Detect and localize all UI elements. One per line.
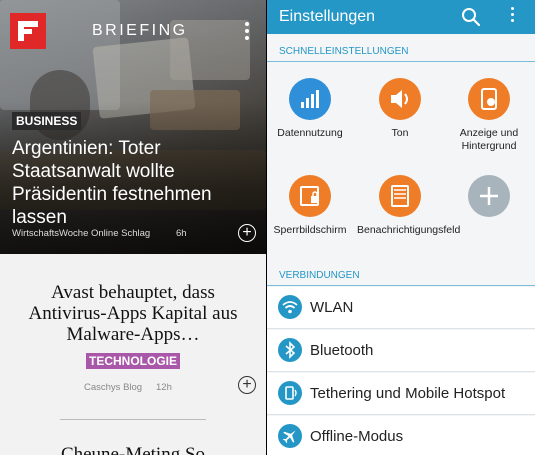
- story-card[interactable]: Avast behauptet, dass Antivirus-Apps Kap…: [0, 254, 266, 455]
- settings-item-label: Tethering und Mobile Hotspot: [310, 385, 506, 402]
- plus-icon: [468, 175, 510, 217]
- airplane-icon: [278, 424, 302, 448]
- flipboard-logo[interactable]: [10, 13, 46, 49]
- quick-setting-label: Anzeige und Hintergrund: [459, 127, 519, 152]
- hero-story-card[interactable]: BRIEFING BUSINESS Argentinien: Toter Sta…: [0, 0, 266, 254]
- page-title: Einstellungen: [279, 8, 376, 25]
- settings-item-label: WLAN: [310, 299, 354, 316]
- speaker-icon: [379, 78, 421, 120]
- settings-item-wlan[interactable]: WLAN: [267, 287, 535, 329]
- section-header-connections: VERBINDUNGEN: [279, 270, 360, 281]
- add-to-magazine-icon[interactable]: +: [238, 224, 256, 242]
- bar-chart-icon: [289, 78, 331, 120]
- divider: [267, 61, 535, 62]
- category-tag-business[interactable]: BUSINESS: [12, 112, 82, 130]
- display-icon: [468, 78, 510, 120]
- hero-time: 6h: [176, 228, 187, 239]
- search-icon[interactable]: [460, 6, 482, 28]
- overflow-menu-icon[interactable]: [511, 7, 515, 25]
- quick-setting-display[interactable]: Anzeige und Hintergrund: [446, 78, 532, 153]
- add-quick-setting-button[interactable]: [446, 175, 532, 217]
- overflow-menu-icon[interactable]: [245, 22, 249, 43]
- hero-source: WirtschaftsWoche Online Schlag: [12, 228, 151, 239]
- category-tag-technologie[interactable]: TECHNOLOGIE: [86, 353, 181, 369]
- story-time: 12h: [156, 382, 172, 393]
- settings-item-bluetooth[interactable]: Bluetooth: [267, 330, 535, 372]
- section-header-quick-settings: SCHNELLEINSTELLUNGEN: [279, 46, 409, 57]
- quick-setting-notification-panel[interactable]: Benachrichtigungsfeld: [357, 175, 461, 237]
- quick-setting-label: Sperrbildschirm: [273, 224, 347, 236]
- settings-item-tethering[interactable]: Tethering und Mobile Hotspot: [267, 373, 535, 415]
- wifi-icon: [278, 295, 302, 319]
- action-bar: Einstellungen: [267, 0, 535, 34]
- notification-panel-icon: [379, 175, 421, 217]
- hotspot-icon: [278, 381, 302, 405]
- briefing-pane: BRIEFING BUSINESS Argentinien: Toter Sta…: [0, 0, 266, 455]
- hero-headline[interactable]: Argentinien: Toter Staatsanwalt wollte P…: [12, 137, 260, 229]
- quick-setting-lock-screen[interactable]: Sperrbildschirm: [267, 175, 353, 237]
- quick-setting-label: Ton: [391, 127, 409, 139]
- story-source: Caschys Blog: [84, 382, 143, 393]
- quick-setting-label: Benachrichtigungsfeld: [357, 224, 461, 236]
- settings-item-label: Offline-Modus: [310, 428, 404, 445]
- divider: [60, 419, 206, 420]
- quick-setting-sound[interactable]: Ton: [357, 78, 443, 140]
- quick-setting-data-usage[interactable]: Datennutzung: [267, 78, 353, 140]
- settings-item-label: Bluetooth: [310, 342, 374, 359]
- lock-screen-icon: [289, 175, 331, 217]
- story-headline[interactable]: Cheune-Meting So: [20, 444, 246, 455]
- settings-item-offline-mode[interactable]: Offline-Modus: [267, 416, 535, 455]
- briefing-title: BRIEFING: [92, 22, 188, 39]
- add-to-magazine-icon[interactable]: +: [238, 376, 256, 394]
- divider: [267, 285, 535, 286]
- bluetooth-icon: [278, 338, 302, 362]
- settings-pane: Einstellungen SCHNELLEINSTELLUNGEN Daten…: [267, 0, 535, 455]
- quick-setting-label: Datennutzung: [277, 127, 343, 139]
- story-headline[interactable]: Avast behauptet, dass Antivirus-Apps Kap…: [16, 282, 250, 345]
